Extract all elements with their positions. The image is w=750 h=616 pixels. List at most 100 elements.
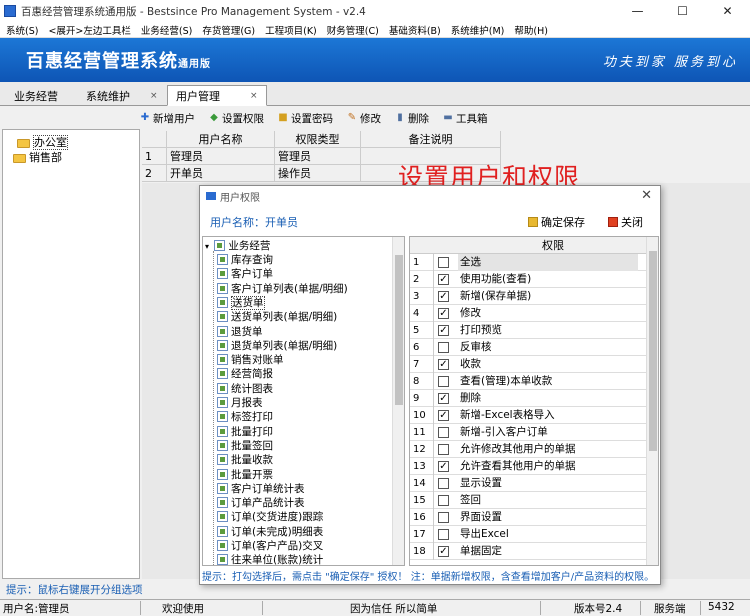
menu-basic-data[interactable]: 基础资料(B) <box>389 23 441 37</box>
tree-item[interactable]: 客户订单 <box>217 267 273 281</box>
permission-row[interactable]: 11 新增-引入客户订单 <box>410 424 648 441</box>
maximize-button[interactable]: ☐ <box>660 0 705 22</box>
menu-help[interactable]: 帮助(H) <box>514 23 548 37</box>
permission-checkbox[interactable] <box>438 257 449 268</box>
module-icon <box>214 240 226 251</box>
tree-item[interactable]: 批量打印 <box>217 425 273 439</box>
tree-item[interactable]: 标签打印 <box>217 410 273 424</box>
tree-item[interactable]: 月报表 <box>217 396 263 410</box>
permission-row[interactable]: 17 导出Excel <box>410 526 648 543</box>
department-office[interactable]: 办公室 <box>17 134 68 150</box>
permission-checkbox[interactable]: ✓ <box>438 546 449 557</box>
set-permission-button[interactable]: ◆ 设置权限 <box>209 111 264 126</box>
department-sales[interactable]: 销售部 <box>13 149 62 165</box>
scrollbar-thumb[interactable] <box>395 255 403 405</box>
permission-checkbox[interactable]: ✓ <box>438 325 449 336</box>
tree-item[interactable]: 批量签回 <box>217 439 273 453</box>
permission-checkbox[interactable] <box>438 495 449 506</box>
delete-button[interactable]: ▮ 删除 <box>395 111 429 126</box>
menu-expand-toolbar[interactable]: <展开>左边工具栏 <box>48 23 130 37</box>
permission-checkbox[interactable]: ✓ <box>438 291 449 302</box>
permission-row[interactable]: 15 签回 <box>410 492 648 509</box>
function-icon <box>217 425 228 437</box>
permission-row[interactable]: 13 ✓ 允许查看其他用户的单据 <box>410 458 648 475</box>
permission-row[interactable]: 7 ✓ 收款 <box>410 356 648 373</box>
save-button[interactable]: 确定保存 <box>528 214 585 230</box>
tree-item[interactable]: 批量开票 <box>217 468 273 482</box>
permission-row[interactable]: 14 显示设置 <box>410 475 648 492</box>
permission-row[interactable]: 18 ✓ 单据固定 <box>410 543 648 560</box>
permission-checkbox[interactable] <box>438 444 449 455</box>
tab-user-management[interactable]: 用户管理 × <box>167 85 267 106</box>
permission-checkbox[interactable] <box>438 478 449 489</box>
tree-item[interactable]: 客户订单列表(单据/明细) <box>217 282 348 296</box>
tab-business[interactable]: 业务经营 <box>14 85 58 106</box>
tree-item[interactable]: 经营简报 <box>217 367 273 381</box>
permission-checkbox[interactable] <box>438 342 449 353</box>
tree-item[interactable]: 统计图表 <box>217 382 273 396</box>
permission-row[interactable]: 5 ✓ 打印预览 <box>410 322 648 339</box>
permission-checkbox[interactable]: ✓ <box>438 308 449 319</box>
permission-row[interactable]: 10 ✓ 新增-Excel表格导入 <box>410 407 648 424</box>
tab-maintenance[interactable]: 系统维护 × <box>86 85 158 106</box>
permission-row[interactable]: 6 反审核 <box>410 339 648 356</box>
tab-close-icon[interactable]: × <box>150 91 158 101</box>
menu-system[interactable]: 系统(S) <box>6 23 38 37</box>
permission-checkbox[interactable] <box>438 512 449 523</box>
tree-item[interactable]: 库存查询 <box>217 253 273 267</box>
tree-item[interactable]: 送货单列表(单据/明细) <box>217 310 337 324</box>
chevron-down-icon[interactable]: ▾ <box>205 242 209 251</box>
edit-button[interactable]: ✎ 修改 <box>347 111 381 126</box>
dialog-icon <box>206 192 216 200</box>
permission-checkbox[interactable] <box>438 427 449 438</box>
dialog-close-icon[interactable]: ✕ <box>641 188 652 203</box>
menu-business[interactable]: 业务经营(S) <box>141 23 192 37</box>
toolbar: ✚ 新增用户 ◆ 设置权限 ■ 设置密码 ✎ 修改 ▮ 删除 ▬ 工具箱 <box>140 107 750 129</box>
tree-item[interactable]: 销售对账单 <box>217 353 284 367</box>
add-user-button[interactable]: ✚ 新增用户 <box>140 111 195 126</box>
menu-maintenance[interactable]: 系统维护(M) <box>451 23 505 37</box>
menu-projects[interactable]: 工程项目(K) <box>265 23 317 37</box>
permission-checkbox[interactable]: ✓ <box>438 359 449 370</box>
tree-item[interactable]: 往来单位(账款)统计 <box>217 553 323 565</box>
permission-checkbox[interactable]: ✓ <box>438 461 449 472</box>
permission-checkbox[interactable]: ✓ <box>438 274 449 285</box>
permission-row[interactable]: 8 查看(管理)本单收款 <box>410 373 648 390</box>
header-permission-type: 权限类型 <box>275 131 361 148</box>
permission-row[interactable]: 16 界面设置 <box>410 509 648 526</box>
tree-item[interactable]: 批量收款 <box>217 453 273 467</box>
tree-item[interactable]: 退货单 <box>217 325 263 339</box>
permission-row[interactable]: 4 ✓ 修改 <box>410 305 648 322</box>
toolbox-button[interactable]: ▬ 工具箱 <box>443 111 487 126</box>
menu-finance[interactable]: 财务管理(C) <box>327 23 379 37</box>
tree-item[interactable]: 退货单列表(单据/明细) <box>217 339 337 353</box>
tree-root[interactable]: ▾ 业务经营 <box>205 239 270 253</box>
permission-scrollbar[interactable] <box>646 237 658 565</box>
permission-checkbox[interactable]: ✓ <box>438 393 449 404</box>
tree-scrollbar[interactable] <box>392 237 404 565</box>
tree-item[interactable]: 客户订单统计表 <box>217 482 305 496</box>
permission-row[interactable]: 12 允许修改其他用户的单据 <box>410 441 648 458</box>
close-button[interactable]: 关闭 <box>608 214 643 230</box>
permission-row[interactable]: 2 ✓ 使用功能(查看) <box>410 271 648 288</box>
tree-item[interactable]: 订单(未完成)明细表 <box>217 525 323 539</box>
scrollbar-thumb[interactable] <box>649 251 657 451</box>
window-title: 百惠经营管理系统通用版 - Bestsince Pro Management S… <box>21 5 366 18</box>
tree-item[interactable]: 订单(客户产品)交叉 <box>217 539 323 553</box>
edit-icon: ✎ <box>347 112 357 123</box>
set-password-button[interactable]: ■ 设置密码 <box>278 111 333 126</box>
close-window-button[interactable]: ✕ <box>705 0 750 22</box>
permission-checkbox[interactable] <box>438 376 449 387</box>
permission-checkbox[interactable] <box>438 529 449 540</box>
permission-row[interactable]: 1 全选 <box>410 254 648 271</box>
minimize-button[interactable]: — <box>615 0 660 22</box>
menu-inventory[interactable]: 存货管理(G) <box>202 23 255 37</box>
tree-item[interactable]: 订单(交货进度)跟踪 <box>217 510 323 524</box>
permission-row[interactable]: 3 ✓ 新增(保存单据) <box>410 288 648 305</box>
function-icon <box>217 311 228 323</box>
tab-close-icon[interactable]: × <box>250 91 258 101</box>
tree-item[interactable]: 送货单 <box>217 295 265 310</box>
permission-row[interactable]: 9 ✓ 删除 <box>410 390 648 407</box>
tree-item[interactable]: 订单产品统计表 <box>217 496 305 510</box>
permission-checkbox[interactable]: ✓ <box>438 410 449 421</box>
